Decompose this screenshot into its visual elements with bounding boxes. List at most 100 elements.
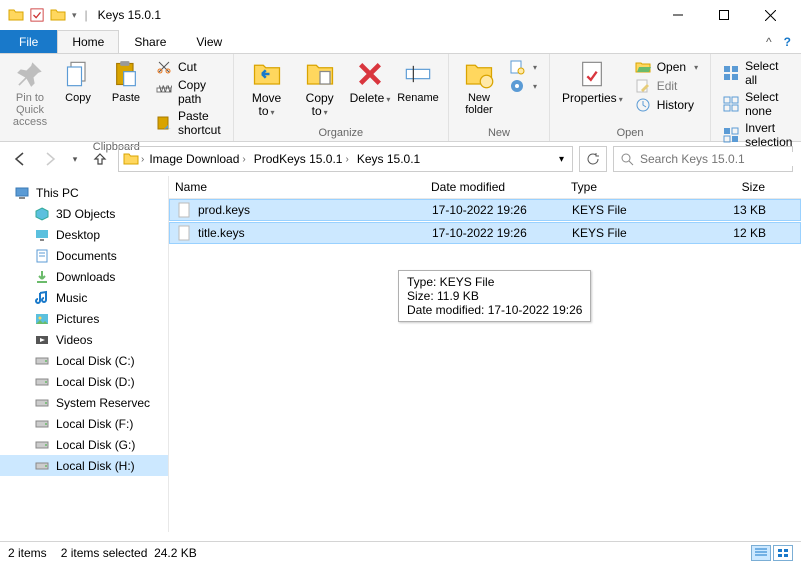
pin-quick-access-button[interactable]: Pin to Quick access <box>6 56 54 130</box>
drive-icon <box>34 374 50 390</box>
new-item-button[interactable]: ▾ <box>505 58 541 76</box>
copy-path-icon: www <box>156 84 172 100</box>
ribbon-home: Pin to Quick access Copy Paste Cut wwwCo… <box>0 54 801 142</box>
chevron-down-icon[interactable]: ▾ <box>559 154 564 165</box>
paste-icon <box>110 58 142 90</box>
up-button[interactable] <box>88 147 112 171</box>
file-type: KEYS File <box>572 226 694 240</box>
tab-home[interactable]: Home <box>57 30 119 53</box>
back-button[interactable] <box>8 147 32 171</box>
close-button[interactable] <box>747 0 793 30</box>
select-all-button[interactable]: Select all <box>719 58 796 88</box>
sidebar-item-label: Downloads <box>56 270 115 284</box>
paste-shortcut-icon <box>156 115 172 131</box>
pc-icon <box>14 185 30 201</box>
copy-button[interactable]: Copy <box>54 56 102 106</box>
cut-button[interactable]: Cut <box>152 58 225 76</box>
svg-text:www: www <box>158 84 172 95</box>
sidebar-item[interactable]: Pictures <box>0 308 168 329</box>
col-date[interactable]: Date modified <box>431 180 571 194</box>
move-to-button[interactable]: Move to▾ <box>240 56 294 121</box>
sidebar-item[interactable]: Music <box>0 287 168 308</box>
forward-button[interactable] <box>38 147 62 171</box>
tab-share[interactable]: Share <box>119 30 181 53</box>
easy-access-button[interactable]: ▾ <box>505 77 541 95</box>
group-open-label: Open <box>556 126 704 141</box>
file-size: 12 KB <box>694 226 766 240</box>
col-size[interactable]: Size <box>693 180 765 194</box>
col-type[interactable]: Type <box>571 180 693 194</box>
history-icon <box>635 97 651 113</box>
table-row[interactable]: prod.keys17-10-2022 19:26KEYS File13 KB <box>169 199 801 221</box>
details-view-button[interactable] <box>751 545 771 561</box>
col-name[interactable]: Name <box>175 180 431 194</box>
sidebar-item[interactable]: Videos <box>0 329 168 350</box>
sidebar-item[interactable]: Local Disk (H:) <box>0 455 168 476</box>
tooltip: Type: KEYS File Size: 11.9 KB Date modif… <box>398 270 591 322</box>
open-button[interactable]: Open▾ <box>631 58 702 76</box>
easy-access-icon <box>509 78 525 94</box>
collapse-ribbon-icon[interactable]: ^ <box>766 35 772 49</box>
column-headers[interactable]: Name Date modified Type Size <box>169 176 801 199</box>
tab-file[interactable]: File <box>0 30 57 53</box>
select-none-button[interactable]: Select none <box>719 89 796 119</box>
maximize-button[interactable] <box>701 0 747 30</box>
recent-dropdown[interactable]: ▾ <box>68 147 82 171</box>
open-icon <box>635 59 651 75</box>
sidebar-item[interactable]: Desktop <box>0 224 168 245</box>
sidebar-item[interactable]: This PC <box>0 182 168 203</box>
sidebar-item[interactable]: System Reservec <box>0 392 168 413</box>
breadcrumb[interactable]: Keys 15.0.1 <box>354 152 423 166</box>
properties-button[interactable]: Properties▾ <box>556 56 629 108</box>
file-date: 17-10-2022 19:26 <box>432 226 572 240</box>
sidebar-item-label: Videos <box>56 333 92 347</box>
select-all-icon <box>723 65 739 81</box>
sidebar-item-label: Local Disk (D:) <box>56 375 135 389</box>
tab-view[interactable]: View <box>181 30 237 53</box>
delete-button[interactable]: Delete▾ <box>346 56 394 108</box>
sidebar-item[interactable]: Local Disk (D:) <box>0 371 168 392</box>
docs-icon <box>34 248 50 264</box>
rename-button[interactable]: Rename <box>394 56 442 106</box>
drive-icon <box>34 395 50 411</box>
sidebar-item[interactable]: Documents <box>0 245 168 266</box>
sidebar-item-label: Local Disk (F:) <box>56 417 133 431</box>
file-type: KEYS File <box>572 203 694 217</box>
refresh-button[interactable] <box>579 146 607 172</box>
copy-to-button[interactable]: Copy to▾ <box>293 56 346 121</box>
new-item-icon <box>509 59 525 75</box>
sidebar-item[interactable]: Local Disk (G:) <box>0 434 168 455</box>
sidebar-item[interactable]: Local Disk (F:) <box>0 413 168 434</box>
music-icon <box>34 290 50 306</box>
group-organize-label: Organize <box>240 126 442 141</box>
desktop-icon <box>34 227 50 243</box>
save-icon[interactable] <box>30 8 44 22</box>
history-button[interactable]: History <box>631 96 702 114</box>
table-row[interactable]: title.keys17-10-2022 19:26KEYS File12 KB <box>169 222 801 244</box>
file-size: 13 KB <box>694 203 766 217</box>
sidebar-item-label: Music <box>56 291 87 305</box>
drive-icon <box>34 416 50 432</box>
breadcrumb[interactable]: ProdKeys 15.0.1› <box>251 152 352 166</box>
sidebar-item[interactable]: Local Disk (C:) <box>0 350 168 371</box>
qat-dropdown-icon[interactable]: ▾ <box>72 10 77 21</box>
sidebar-item-label: Local Disk (G:) <box>56 438 135 452</box>
search-input[interactable] <box>640 152 795 166</box>
paste-shortcut-button[interactable]: Paste shortcut <box>152 108 225 138</box>
copy-path-button[interactable]: wwwCopy path <box>152 77 225 107</box>
address-bar[interactable]: › Image Download› ProdKeys 15.0.1› Keys … <box>118 146 573 172</box>
edit-button[interactable]: Edit <box>631 77 702 95</box>
minimize-button[interactable] <box>655 0 701 30</box>
breadcrumb[interactable]: Image Download› <box>146 152 248 166</box>
icons-view-button[interactable] <box>773 545 793 561</box>
help-icon[interactable]: ? <box>784 35 791 49</box>
sidebar-item[interactable]: Downloads <box>0 266 168 287</box>
delete-icon <box>354 58 386 90</box>
ribbon-tabs: File Home Share View ^ ? <box>0 30 801 54</box>
new-folder-button[interactable]: New folder <box>455 56 503 118</box>
file-date: 17-10-2022 19:26 <box>432 203 572 217</box>
sidebar-item[interactable]: 3D Objects <box>0 203 168 224</box>
search-box[interactable] <box>613 146 793 172</box>
paste-button[interactable]: Paste <box>102 56 150 106</box>
invert-selection-icon <box>723 127 739 143</box>
